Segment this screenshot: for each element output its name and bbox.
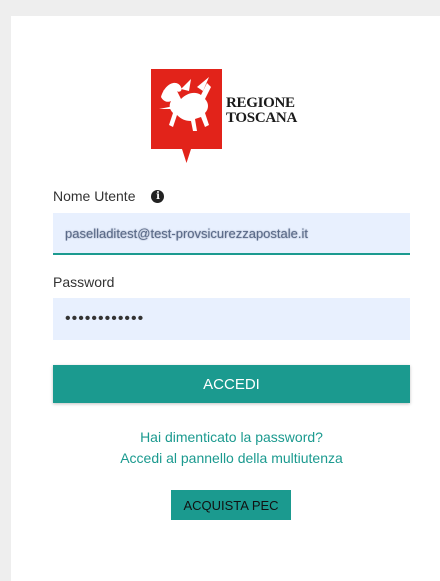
regione-toscana-logo: REGIONE TOSCANA — [151, 69, 297, 163]
buy-pec-button[interactable]: ACQUISTA PEC — [171, 490, 291, 520]
multiuser-panel-link[interactable]: Accedi al pannello della multiutenza — [53, 450, 410, 466]
logo-text: REGIONE TOSCANA — [226, 96, 297, 126]
logo-line-toscana: TOSCANA — [226, 110, 297, 126]
forgot-password-link[interactable]: Hai dimenticato la password? — [53, 429, 410, 445]
info-icon[interactable]: i — [151, 189, 165, 203]
login-button[interactable]: ACCEDI — [53, 365, 410, 403]
username-label: Nome Utente — [53, 188, 136, 204]
password-input[interactable] — [53, 298, 410, 340]
username-label-row: Nome Utente i — [53, 188, 165, 204]
login-panel: REGIONE TOSCANA Nome Utente i Password A… — [11, 16, 440, 581]
logo-line-regione: REGIONE — [226, 95, 295, 111]
password-label: Password — [53, 274, 115, 290]
pegasus-shield-icon — [151, 69, 222, 163]
username-input[interactable] — [53, 213, 410, 255]
